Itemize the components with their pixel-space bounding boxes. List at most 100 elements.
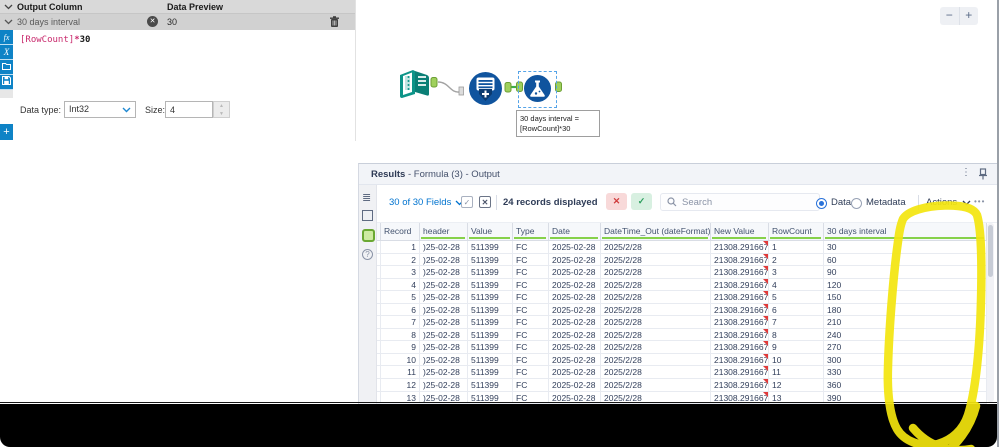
- tool-annotation[interactable]: 30 days interval = [RowCount]*30: [516, 110, 600, 137]
- table-row[interactable]: 10)25-02-28 511399 FC 2025-02-28 2025/2/28 21…: [377, 353, 987, 367]
- zoom-out-button[interactable]: −: [940, 7, 960, 25]
- metadata-radio-label[interactable]: Metadata: [866, 197, 906, 208]
- table-cell: 511399: [468, 241, 513, 253]
- expression-text[interactable]: [RowCount]*30: [20, 35, 90, 45]
- deselect-all-checkbox-icon[interactable]: ✕: [479, 196, 491, 208]
- open-window-icon[interactable]: [362, 210, 373, 221]
- functions-icon[interactable]: fx: [0, 30, 13, 45]
- kebab-menu-icon[interactable]: ⋮: [961, 167, 971, 178]
- table-cell: 30: [824, 241, 987, 253]
- save-icon[interactable]: [0, 75, 13, 90]
- table-cell: 300: [824, 353, 987, 366]
- scrollbar-thumb[interactable]: [988, 225, 993, 277]
- table-cell: )25-02-28: [420, 266, 468, 278]
- conversion-warning-icon: [763, 291, 768, 297]
- conversion-warning-icon: [763, 366, 768, 372]
- conversion-warning-icon: [763, 241, 768, 246]
- table-cell: 21308.291667: [711, 366, 769, 379]
- output-anchor-indicator[interactable]: [362, 229, 375, 242]
- chevron-down-icon[interactable]: [4, 4, 13, 10]
- conversion-warning-icon: [763, 316, 768, 322]
- table-cell: 2025-02-28: [549, 303, 601, 316]
- column-header[interactable]: header: [420, 223, 468, 240]
- table-cell: )25-02-28: [420, 278, 468, 291]
- column-header[interactable]: New Value: [711, 223, 769, 240]
- table-row[interactable]: 4)25-02-28 511399 FC 2025-02-28 2025/2/28 213…: [377, 278, 987, 292]
- column-header[interactable]: Record: [381, 223, 420, 240]
- record-id-tool[interactable]: [467, 70, 504, 112]
- fields-dropdown[interactable]: 30 of 30 Fields: [389, 197, 464, 208]
- table-row[interactable]: 7)25-02-28 511399 FC 2025-02-28 2025/2/28 213…: [377, 316, 987, 329]
- column-header[interactable]: DateTime_Out (dateFormat): [601, 223, 711, 240]
- table-cell: 12: [381, 379, 420, 391]
- table-cell: 360: [824, 379, 987, 391]
- table-cell: 2025/2/28: [601, 278, 711, 291]
- data-radio-label[interactable]: Data: [831, 197, 851, 208]
- column-header[interactable]: Value: [468, 223, 513, 240]
- column-header[interactable]: 30 days interval: [824, 223, 987, 240]
- table-row[interactable]: 12)25-02-28 511399 FC 2025-02-28 2025/2/28 21…: [377, 379, 987, 392]
- search-field[interactable]: [660, 193, 820, 211]
- table-cell: 9: [769, 341, 824, 353]
- toolbar-divider: [496, 195, 497, 210]
- table-cell: 2025-02-28: [549, 266, 601, 278]
- formula-tool[interactable]: [523, 74, 552, 108]
- open-folder-icon[interactable]: [0, 60, 13, 75]
- input-data-tool[interactable]: [397, 66, 431, 105]
- size-input[interactable]: [165, 101, 213, 118]
- add-column-button[interactable]: +: [0, 124, 13, 140]
- toolbar-divider: [918, 195, 919, 210]
- search-input[interactable]: [682, 196, 802, 208]
- table-row[interactable]: 8)25-02-28 511399 FC 2025-02-28 2025/2/28 213…: [377, 328, 987, 342]
- table-cell: FC: [513, 379, 549, 391]
- table-cell: 2025-02-28: [549, 328, 601, 341]
- table-cell: 10: [769, 353, 824, 366]
- table-row[interactable]: 1)25-02-28 511399 FC 2025-02-28 2025/2/28 213…: [377, 241, 987, 254]
- vertical-scrollbar[interactable]: [987, 223, 994, 402]
- data-type-label: Data type:: [20, 105, 62, 115]
- table-cell: )25-02-28: [420, 341, 468, 353]
- table-row[interactable]: 11)25-02-28 511399 FC 2025-02-28 2025/2/28 21…: [377, 366, 987, 380]
- chevron-down-icon[interactable]: [4, 19, 13, 25]
- table-cell: 2025-02-28: [549, 291, 601, 303]
- overflow-menu-icon[interactable]: •••: [974, 197, 985, 206]
- formula-field-row[interactable]: 30 days interval ✕ 30: [0, 14, 355, 30]
- delete-field-icon[interactable]: [329, 16, 340, 28]
- table-row[interactable]: 9)25-02-28 511399 FC 2025-02-28 2025/2/28 213…: [377, 341, 987, 354]
- column-header[interactable]: Type: [513, 223, 549, 240]
- size-label: Size:: [145, 105, 166, 115]
- select-all-checkbox-icon[interactable]: ✓: [461, 196, 473, 208]
- table-cell: )25-02-28: [420, 316, 468, 328]
- view-options-icon[interactable]: ≣: [362, 193, 371, 204]
- table-row[interactable]: 3)25-02-28 511399 FC 2025-02-28 2025/2/28 213…: [377, 266, 987, 279]
- clear-field-icon[interactable]: ✕: [147, 16, 158, 27]
- table-row[interactable]: 2)25-02-28 511399 FC 2025-02-28 2025/2/28 213…: [377, 253, 987, 267]
- cancel-button[interactable]: ✕: [606, 193, 627, 210]
- table-cell: FC: [513, 341, 549, 353]
- table-cell: 2025/2/28: [601, 328, 711, 341]
- results-table: Record header Value Type Date DateTime_Out (d…: [377, 223, 987, 404]
- variables-icon[interactable]: X: [0, 45, 13, 60]
- table-cell: FC: [513, 278, 549, 291]
- zoom-in-button[interactable]: +: [960, 7, 979, 25]
- expression-editor[interactable]: fx X [RowCount]*30: [0, 30, 355, 98]
- output-column-name[interactable]: 30 days interval: [17, 17, 80, 27]
- table-cell: 5: [381, 291, 420, 303]
- pin-icon[interactable]: [978, 168, 988, 180]
- table-cell: 2025/2/28: [601, 341, 711, 353]
- table-cell: 2025-02-28: [549, 379, 601, 391]
- table-cell: 2025/2/28: [601, 291, 711, 303]
- column-header[interactable]: Date: [549, 223, 601, 240]
- data-type-select[interactable]: Int32: [64, 101, 136, 118]
- apply-button[interactable]: ✓: [631, 193, 652, 210]
- results-title-bar: Results - Formula (3) - Output ⋮: [359, 164, 997, 185]
- metadata-radio[interactable]: [851, 198, 862, 209]
- table-cell: 21308.291667: [711, 379, 769, 391]
- actions-dropdown[interactable]: Actions: [926, 197, 971, 208]
- table-cell: 21308.291667: [711, 253, 769, 266]
- table-row[interactable]: 6)25-02-28 511399 FC 2025-02-28 2025/2/28 213…: [377, 303, 987, 317]
- data-radio[interactable]: [816, 198, 827, 209]
- table-row[interactable]: 5)25-02-28 511399 FC 2025-02-28 2025/2/28 213…: [377, 291, 987, 304]
- help-icon[interactable]: ?: [362, 249, 373, 260]
- column-header[interactable]: RowCount: [769, 223, 824, 240]
